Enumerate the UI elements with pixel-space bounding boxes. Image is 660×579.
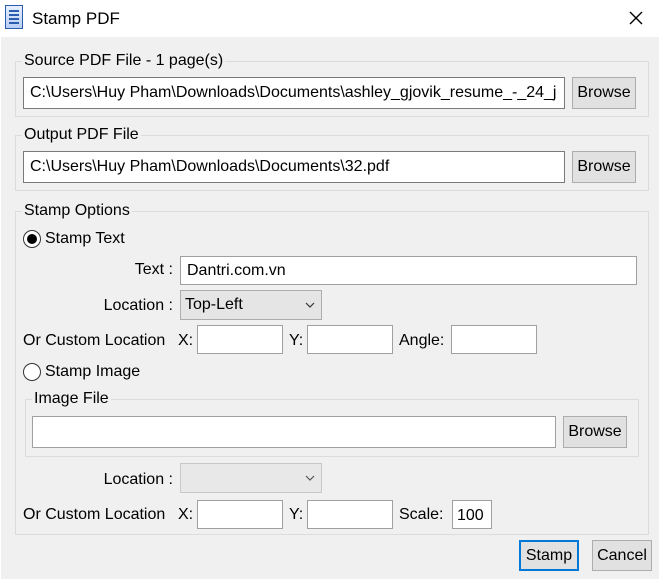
stamp-button[interactable]: Stamp (519, 540, 579, 571)
stamp-image-radio[interactable] (23, 363, 41, 381)
source-path-field[interactable]: C:\Users\Huy Pham\Downloads\Documents\as… (23, 77, 565, 109)
y-field[interactable] (307, 325, 393, 354)
image-custom-location-label: Or Custom Location (23, 506, 166, 523)
image-x-field[interactable] (197, 500, 283, 529)
location-select-value: Top-Left (185, 296, 243, 313)
stamp-text-radio[interactable] (23, 230, 41, 248)
location-select[interactable]: Top-Left (180, 290, 322, 320)
x-field[interactable] (197, 325, 283, 354)
source-legend: Source PDF File - 1 page(s) (22, 52, 226, 70)
scale-field[interactable]: 100 (452, 500, 492, 529)
image-y-label: Y: (289, 506, 304, 523)
image-location-select[interactable] (180, 463, 322, 493)
location-label: Location : (103, 297, 173, 314)
stamp-options-legend: Stamp Options (22, 202, 132, 220)
stamp-image-label: Stamp Image (45, 363, 141, 380)
output-legend: Output PDF File (22, 126, 141, 144)
angle-field[interactable] (451, 325, 537, 354)
angle-label: Angle: (399, 332, 445, 349)
image-browse-button[interactable]: Browse (563, 416, 627, 448)
cancel-button[interactable]: Cancel (592, 540, 652, 571)
chevron-down-icon (305, 302, 315, 308)
image-y-field[interactable] (307, 500, 393, 529)
image-file-legend: Image File (32, 390, 111, 408)
close-icon[interactable] (620, 2, 652, 34)
sheet-app-icon (5, 5, 23, 29)
window-title: Stamp PDF (32, 9, 120, 28)
text-label: Text : (134, 261, 173, 278)
image-file-field[interactable] (32, 416, 556, 448)
custom-location-label: Or Custom Location (23, 332, 166, 349)
source-browse-button[interactable]: Browse (572, 77, 636, 109)
y-label: Y: (289, 332, 304, 349)
scale-label: Scale: (399, 506, 444, 523)
chevron-down-icon (305, 475, 315, 481)
stamp-text-field[interactable]: Dantri.com.vn (180, 256, 637, 285)
stamp-text-label: Stamp Text (45, 230, 125, 247)
output-browse-button[interactable]: Browse (572, 151, 636, 183)
dialog-body: Source PDF File - 1 page(s) C:\Users\Huy… (1, 37, 659, 579)
x-label: X: (178, 332, 194, 349)
title-bar: Stamp PDF (0, 0, 660, 36)
image-x-label: X: (178, 506, 194, 523)
image-location-label: Location : (103, 471, 173, 488)
output-path-field[interactable]: C:\Users\Huy Pham\Downloads\Documents\32… (23, 151, 565, 183)
